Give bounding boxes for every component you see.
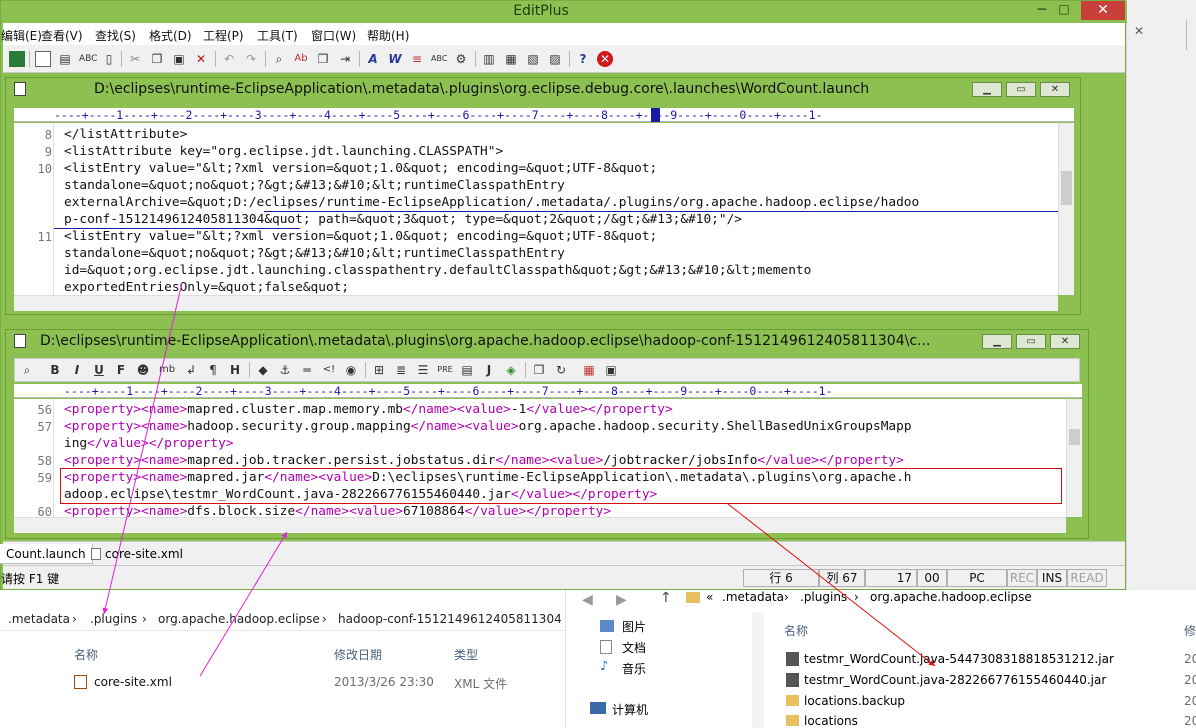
- annotation-arrow: [199, 531, 288, 677]
- annotation-arrow: [102, 282, 183, 615]
- annotation-arrow: [727, 503, 936, 667]
- annotation-arrows: [102, 282, 936, 677]
